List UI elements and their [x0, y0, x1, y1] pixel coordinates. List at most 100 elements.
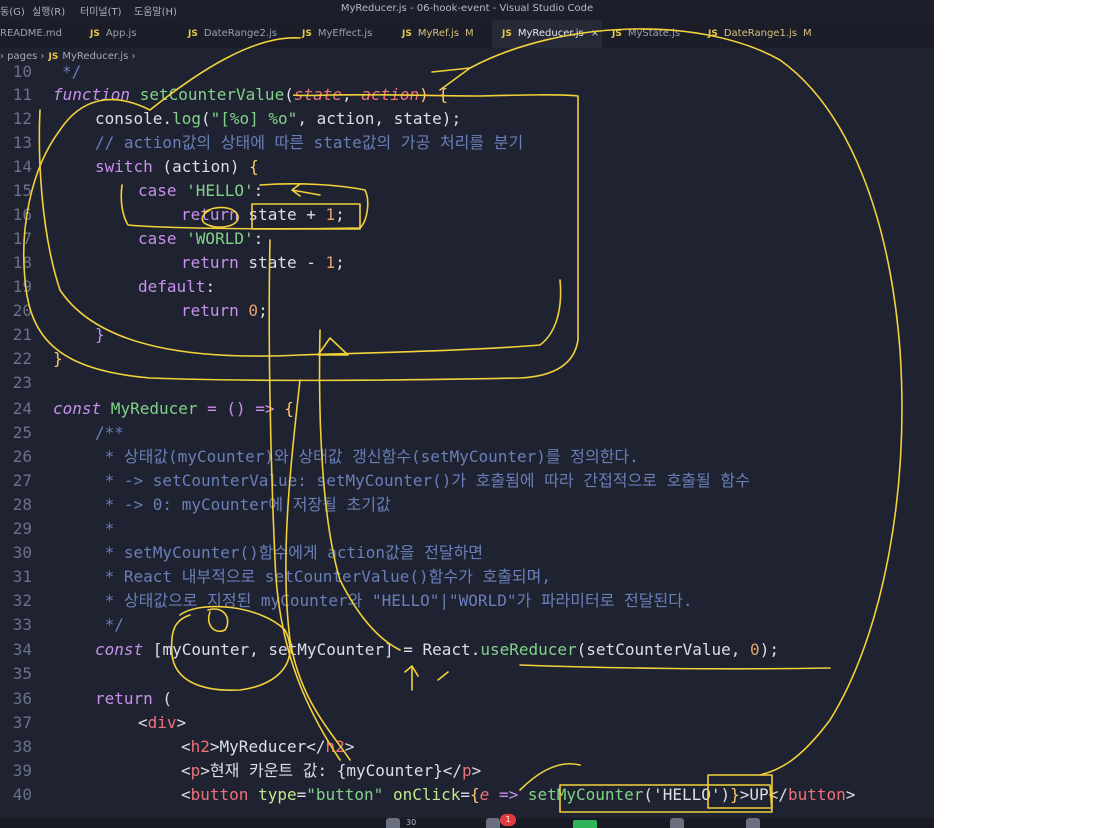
code-line-15[interactable]: 15 case 'HELLO':: [0, 179, 934, 203]
tab-mystate-js[interactable]: JS MyState.js: [612, 20, 704, 48]
code-line-31[interactable]: 31 * React 내부적으로 setCounterValue()함수가 호출…: [0, 565, 934, 589]
tab-daterange2-js[interactable]: JS DateRange2.js: [188, 20, 292, 48]
code-line-19[interactable]: 19 default:: [0, 275, 934, 299]
line-number: 16: [12, 205, 32, 224]
code-line-12[interactable]: 12 console.log("[%o] %o", action, state);: [0, 107, 934, 131]
code-line-13[interactable]: 13 // action값의 상태에 따른 state값의 가공 처리를 분기: [0, 131, 934, 155]
code-line-37[interactable]: 37 <div>: [0, 711, 934, 735]
line-number: 36: [12, 689, 32, 708]
modified-indicator: M: [465, 28, 474, 39]
bell-icon[interactable]: [670, 818, 684, 828]
param: state: [293, 85, 343, 104]
code-line-14[interactable]: 14 switch (action) {: [0, 155, 934, 179]
tab-myreducer-js[interactable]: JS MyReducer.js ×: [492, 20, 602, 48]
line-number: 14: [12, 157, 32, 176]
vscode-window: 동(G) 실행(R) 터미널(T) 도움말(H) MyReducer.js - …: [0, 0, 934, 828]
code-line-34[interactable]: 34 const [myCounter, setMyCounter] = Reac…: [0, 638, 934, 662]
code-line-20[interactable]: 20 return 0;: [0, 299, 934, 323]
modified-indicator: M: [802, 28, 812, 39]
code-line-30[interactable]: 30 * setMyCounter()함수에게 action값을 전달하면: [0, 541, 934, 565]
line-number: 34: [12, 640, 32, 659]
line-number: 22: [12, 349, 32, 368]
line-number: 21: [12, 325, 32, 344]
code-line-16[interactable]: 16 return state + 1;: [0, 203, 934, 227]
line-number: 40: [12, 785, 32, 804]
code-line-23[interactable]: 23: [0, 371, 934, 395]
keyword: function: [53, 85, 131, 104]
tab-myref-js[interactable]: JS MyRef.js M: [402, 20, 490, 48]
string-literal: "[%o] %o": [210, 109, 298, 128]
code-line-26[interactable]: 26 * 상태값(myCounter)와 상태값 갱신함수(setMyCount…: [0, 445, 934, 469]
line-number: 28: [12, 495, 32, 514]
code-line-39[interactable]: 39 <p>현재 카운트 값: {myCounter}</p>: [0, 759, 934, 783]
line-number: 25: [12, 423, 32, 442]
code-editor[interactable]: 10 */ 11 function setCounterValue(state, a…: [0, 60, 934, 820]
code-line-35[interactable]: 35: [0, 662, 934, 686]
line-number: 13: [12, 133, 32, 152]
line-number: 31: [12, 567, 32, 586]
comment: // action값의 상태에 따른 state값의 가공 처리를 분기: [95, 133, 524, 152]
line-number: 35: [12, 664, 32, 683]
live-share-icon[interactable]: [573, 820, 597, 828]
tab-app-js[interactable]: JS App.js: [90, 20, 184, 48]
settings-icon[interactable]: [746, 818, 760, 828]
line-number: 30: [12, 543, 32, 562]
account-icon[interactable]: [386, 818, 400, 828]
js-file-icon: JS: [302, 29, 312, 39]
code-line-27[interactable]: 27 * -> setCounterValue: setMyCounter()가…: [0, 469, 934, 493]
tab-myeffect-js[interactable]: JS MyEffect.js: [302, 20, 394, 48]
tab-label: DateRange2.js: [203, 28, 277, 39]
code-line-17[interactable]: 17 case 'WORLD':: [0, 227, 934, 251]
close-icon[interactable]: ×: [591, 28, 599, 39]
code-line-18[interactable]: 18 return state - 1;: [0, 251, 934, 275]
js-file-icon: JS: [502, 29, 512, 39]
code-line-29[interactable]: 29 *: [0, 517, 934, 541]
line-number: 11: [12, 85, 32, 104]
line-number: 24: [12, 399, 32, 418]
line-number: 10: [12, 62, 32, 81]
code-line-22[interactable]: 22}: [0, 347, 934, 371]
notification-icon[interactable]: [486, 818, 500, 828]
js-file-icon: JS: [90, 29, 100, 39]
line-number: 23: [12, 373, 32, 392]
js-file-icon: JS: [612, 29, 622, 39]
code-line-11[interactable]: 11 function setCounterValue(state, action…: [0, 83, 934, 107]
line-number: 12: [12, 109, 32, 128]
line-number: 18: [12, 253, 32, 272]
editor-tabs: README.md JS App.js JS DateRange2.js JS MyE…: [0, 20, 934, 48]
code-line-21[interactable]: 21}: [0, 323, 934, 347]
js-file-icon: JS: [708, 29, 718, 39]
js-file-icon: JS: [188, 29, 198, 39]
tab-label: MyState.js: [627, 28, 681, 39]
status-bar: 30 1: [0, 814, 934, 828]
line-number: 17: [12, 229, 32, 248]
line-number: 27: [12, 471, 32, 490]
title-bar: 동(G) 실행(R) 터미널(T) 도움말(H) MyReducer.js - …: [0, 0, 934, 20]
code-line-36[interactable]: 36 return (: [0, 687, 934, 711]
code-line-28[interactable]: 28 * -> 0: myCounter에 저장될 초기값: [0, 493, 934, 517]
line-number: 20: [12, 301, 32, 320]
tab-label: MyRef.js: [417, 28, 460, 39]
code-line-33[interactable]: 33 */: [0, 613, 934, 637]
line-number: 29: [12, 519, 32, 538]
tab-label: App.js: [105, 28, 137, 39]
tab-label: MyReducer.js: [517, 28, 584, 39]
param: action: [361, 85, 420, 104]
code-line-40[interactable]: 40 <button type="button" onClick={e => se…: [0, 783, 934, 807]
code-line-32[interactable]: 32 * 상태값으로 지정된 myCounter와 "HELLO"|"WORLD…: [0, 589, 934, 613]
tab-label: README.md: [0, 28, 63, 39]
tab-daterange1-js[interactable]: JS DateRange1.js M: [708, 20, 828, 48]
line-number: 39: [12, 761, 32, 780]
code-line-38[interactable]: 38 <h2>MyReducer</h2>: [0, 735, 934, 759]
notification-badge: 1: [500, 814, 516, 826]
tab-readme[interactable]: README.md: [0, 20, 86, 48]
window-title: MyReducer.js - 06-hook-event - Visual St…: [340, 3, 594, 14]
code-line-24[interactable]: 24 const MyReducer = () => {: [0, 397, 934, 421]
code-line-25[interactable]: 25/**: [0, 421, 934, 445]
tab-label: DateRange1.js: [723, 28, 797, 39]
line-number: 32: [12, 591, 32, 610]
comment: */: [62, 62, 82, 81]
code-line-10[interactable]: 10 */: [0, 60, 934, 84]
tab-label: MyEffect.js: [317, 28, 373, 39]
function-name: setCounterValue: [139, 85, 285, 104]
